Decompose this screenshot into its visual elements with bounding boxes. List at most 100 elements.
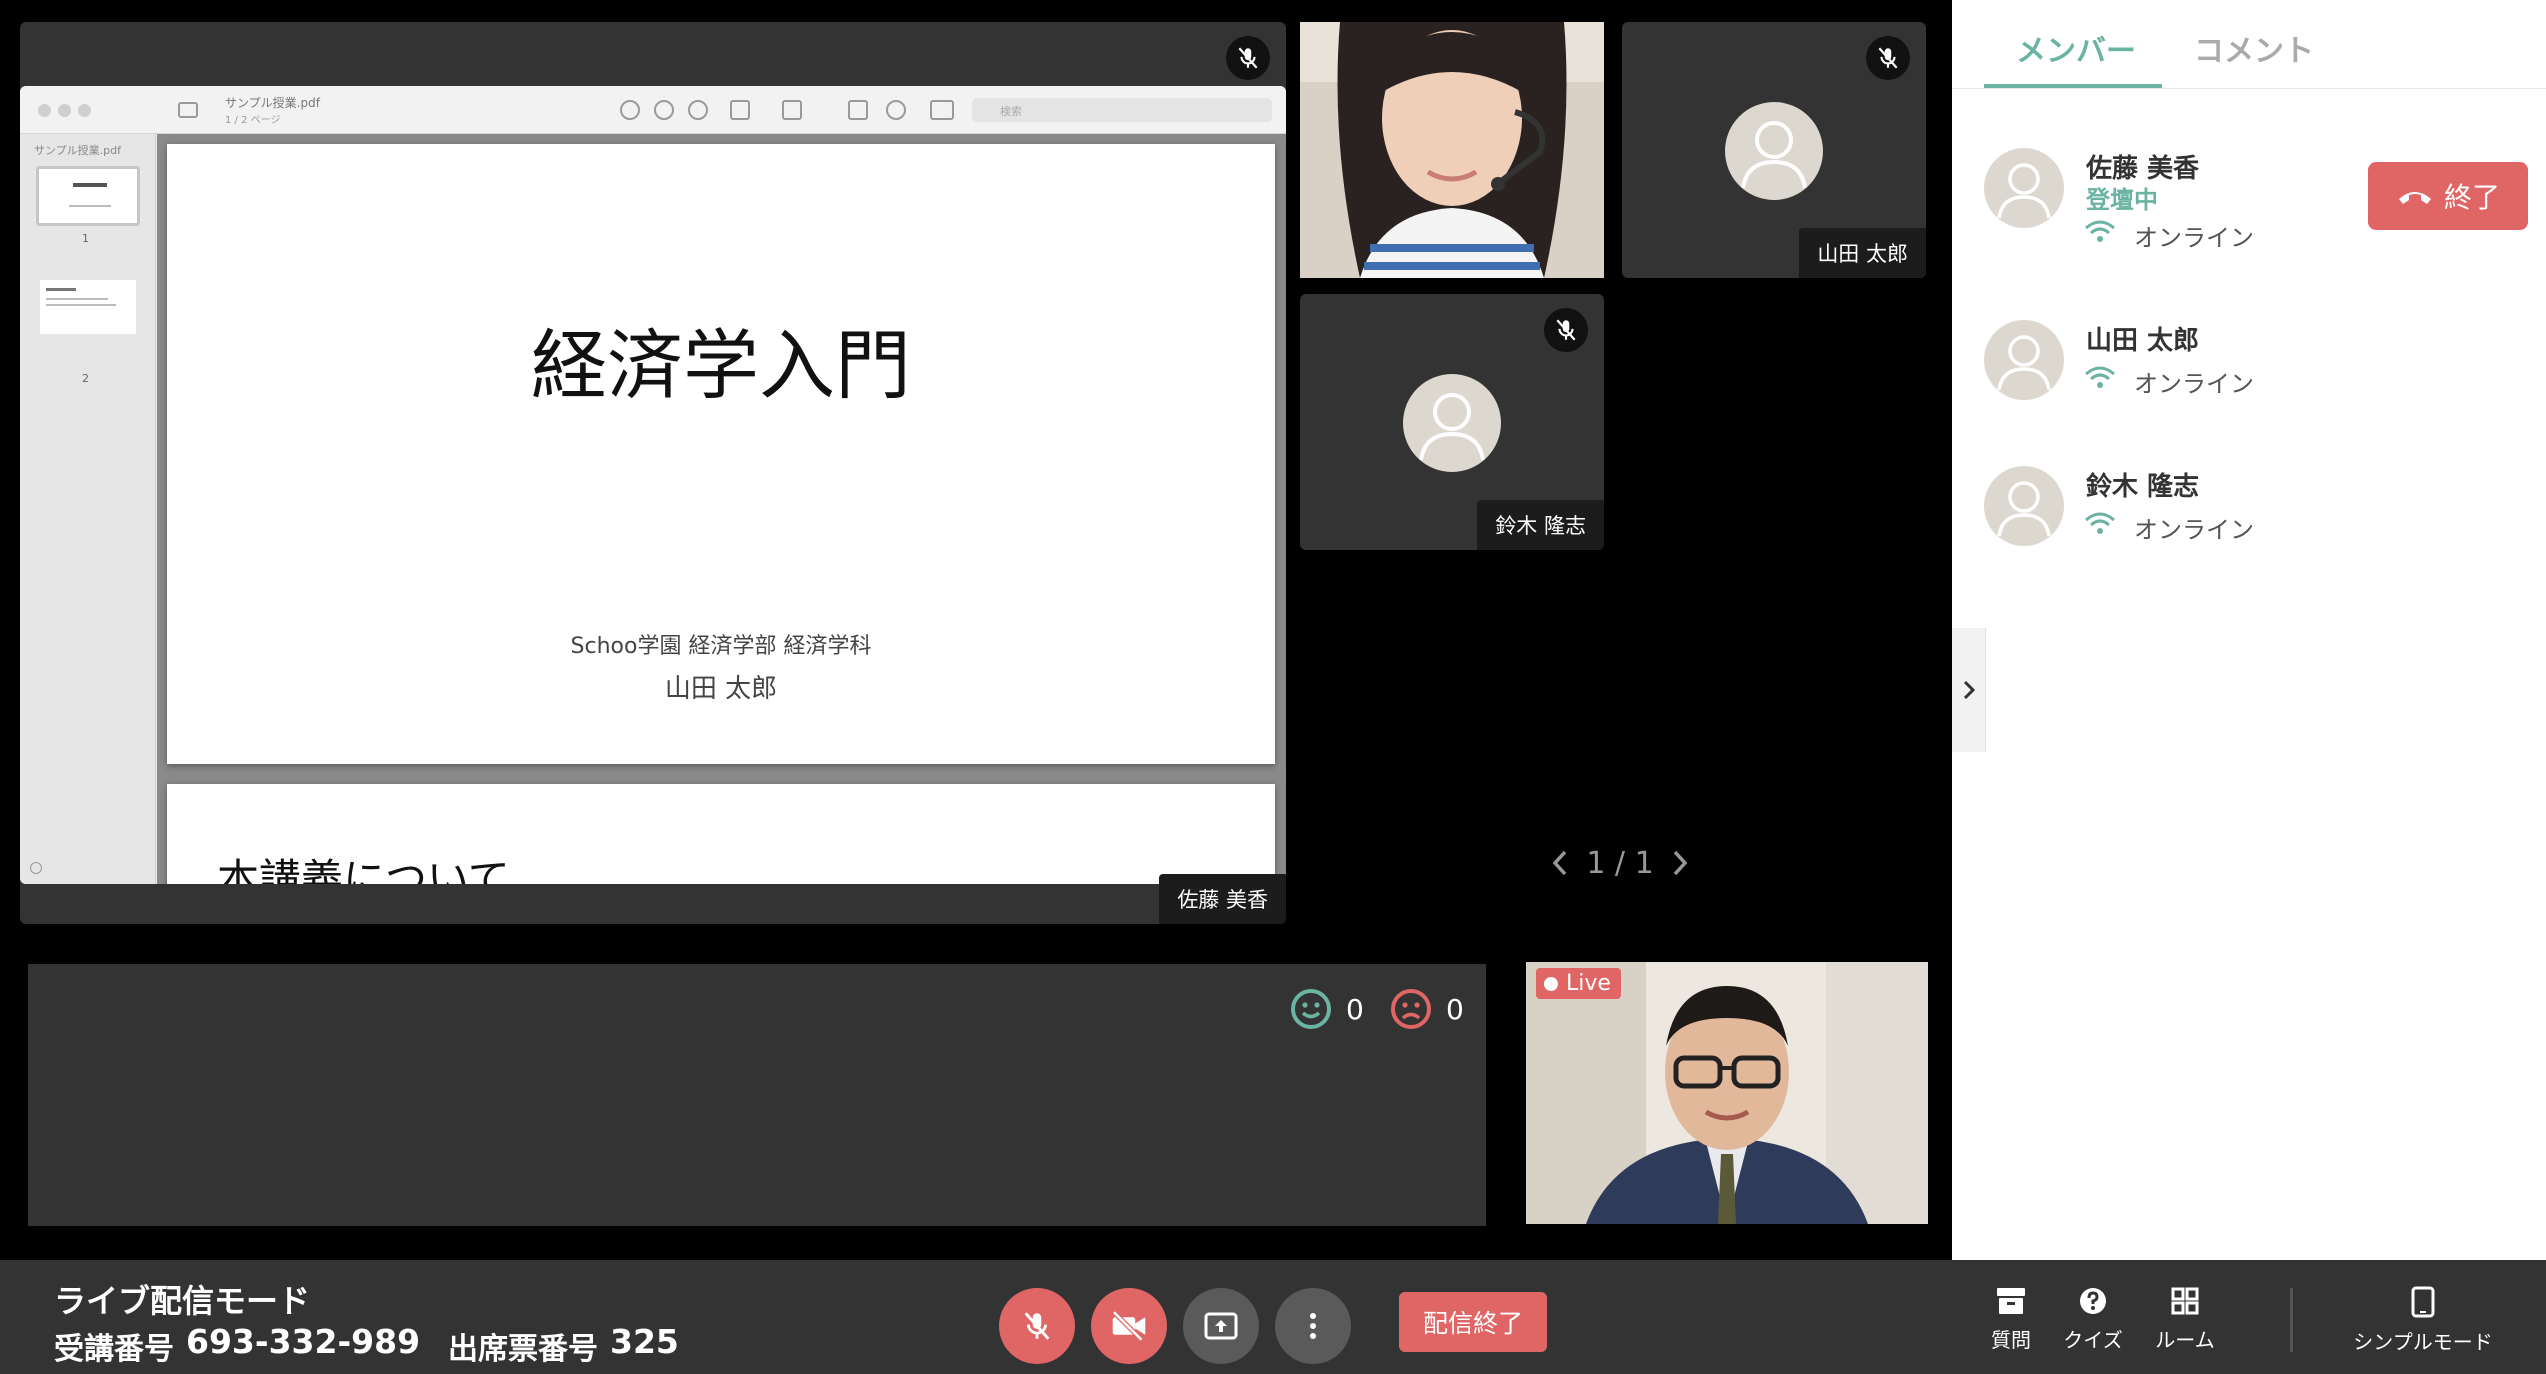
pdf-document-area[interactable]: 経済学入門 Schoo学園 経済学部 経済学科 山田 太郎 本講義について	[157, 134, 1286, 884]
question-label: 質問	[1991, 1328, 2031, 1352]
live-label: Live	[1566, 971, 1611, 996]
slide-author: 山田 太郎	[664, 674, 778, 704]
info-icon[interactable]	[620, 100, 640, 120]
thumb-text-line	[69, 205, 111, 207]
share-icon[interactable]	[730, 100, 750, 120]
sidebar-toggle-icon[interactable]	[178, 102, 198, 118]
mic-off-icon	[1024, 1312, 1050, 1340]
quiz-tool[interactable]: クイズ	[2048, 1286, 2138, 1353]
form-icon[interactable]	[930, 100, 954, 120]
chevron-right-icon[interactable]	[1670, 848, 1690, 878]
pdf-search-field[interactable]: 検索	[972, 98, 1272, 122]
positive-reaction[interactable]: 0	[1290, 988, 1364, 1030]
app-window: サンプル授業.pdf 1 / 2 ページ 検索 サンプル授業.pdf 1 2 経…	[0, 0, 2546, 1374]
mic-off-icon	[1544, 308, 1588, 352]
members-panel: メンバー コメント 佐藤 美香 登壇中 オンライン 終了 山田 太郎 オンライン…	[1952, 0, 2546, 1260]
member-item: 鈴木 隆志 オンライン	[1984, 466, 2524, 576]
slide-title: 経済学入門	[531, 321, 911, 410]
pagination-text: 1 / 1	[1586, 845, 1654, 881]
negative-count: 0	[1446, 992, 1464, 1026]
tab-divider	[1952, 88, 2546, 89]
annotate-icon[interactable]	[886, 100, 906, 120]
camera-off-icon	[1112, 1311, 1146, 1341]
thumb-text-line	[73, 183, 107, 187]
live-dot-icon	[1544, 976, 1558, 991]
tablet-icon	[2411, 1286, 2435, 1318]
pdf-thumbnail-sidebar: サンプル授業.pdf 1 2	[20, 134, 156, 884]
zoom-in-icon[interactable]	[688, 100, 708, 120]
tab-comments[interactable]: コメント	[2194, 26, 2314, 70]
self-video-image	[1526, 962, 1928, 1224]
toolbar-divider	[2290, 1288, 2293, 1352]
avatar	[1984, 148, 2064, 228]
window-minimize-dot[interactable]	[58, 104, 71, 117]
room-tool[interactable]: ルーム	[2140, 1286, 2230, 1353]
question-tool[interactable]: 質問	[1966, 1286, 2056, 1353]
frown-icon	[1391, 989, 1431, 1029]
bottom-toolbar: ライブ配信モード 受講番号 693-332-989 出席票番号 325 配信終了…	[0, 1260, 2546, 1374]
wifi-icon	[2085, 220, 2115, 242]
mic-off-icon	[1866, 36, 1910, 80]
room-label: ルーム	[2155, 1328, 2215, 1352]
attendance-number: 325	[610, 1322, 679, 1361]
pdf-page-1: 経済学入門 Schoo学園 経済学部 経済学科 山田 太郎	[167, 144, 1275, 764]
wifi-icon	[2085, 366, 2115, 388]
participant-video-image	[1300, 22, 1604, 278]
participant-tile-suzuki: 鈴木 隆志	[1300, 294, 1604, 550]
member-role: 登壇中	[2086, 186, 2158, 214]
pdf-filename: サンプル授業.pdf	[225, 96, 320, 110]
add-page-icon[interactable]	[30, 862, 42, 874]
avatar	[1984, 320, 2064, 400]
zoom-out-icon[interactable]	[654, 100, 674, 120]
end-stream-button[interactable]: 配信終了	[1399, 1292, 1547, 1352]
member-name: 山田 太郎	[2086, 326, 2200, 356]
pdf-titlebar: サンプル授業.pdf 1 / 2 ページ 検索	[20, 86, 1286, 134]
member-item: 佐藤 美香 登壇中 オンライン 終了	[1984, 148, 2528, 268]
self-live-preview: Live	[1526, 962, 1928, 1224]
phone-hangup-icon	[2398, 192, 2431, 204]
rotate-icon[interactable]	[848, 100, 868, 120]
end-call-label: 終了	[2443, 181, 2500, 214]
negative-reaction[interactable]: 0	[1390, 988, 1464, 1030]
more-options-button[interactable]	[1275, 1288, 1351, 1364]
pdf-page-info: 1 / 2 ページ	[225, 115, 281, 126]
grid-icon	[2171, 1287, 2199, 1315]
reaction-panel: 0 0	[28, 964, 1486, 1226]
mode-label: ライブ配信モード	[54, 1282, 311, 1320]
thumb-text-line	[46, 288, 76, 291]
markup-icon[interactable]	[782, 100, 802, 120]
thumb-text-line	[46, 304, 116, 306]
wifi-icon	[2085, 512, 2115, 534]
pdf-page-2: 本講義について	[167, 784, 1275, 884]
thumb-text-line	[46, 298, 108, 300]
simple-mode-button[interactable]: シンプルモード	[2348, 1286, 2498, 1355]
camera-toggle-button[interactable]	[1091, 1288, 1167, 1364]
more-vertical-icon	[1310, 1313, 1316, 1339]
member-status: オンライン	[2134, 370, 2254, 398]
chevron-right-icon	[1963, 680, 1975, 700]
course-number-label: 受講番号	[54, 1332, 174, 1367]
chevron-left-icon[interactable]	[1550, 848, 1570, 878]
thumbnail-page-2[interactable]	[40, 280, 136, 334]
end-call-button[interactable]: 終了	[2368, 162, 2528, 230]
mic-toggle-button[interactable]	[999, 1288, 1075, 1364]
course-number: 693-332-989	[186, 1322, 421, 1361]
member-name: 鈴木 隆志	[2086, 472, 2200, 502]
screen-share-button[interactable]	[1183, 1288, 1259, 1364]
window-zoom-dot[interactable]	[78, 104, 91, 117]
presenter-tile: サンプル授業.pdf 1 / 2 ページ 検索 サンプル授業.pdf 1 2 経…	[20, 22, 1286, 924]
slide2-title: 本講義について	[217, 855, 510, 884]
help-circle-icon	[2080, 1288, 2106, 1314]
thumbnail-number: 2	[82, 372, 89, 385]
panel-collapse-handle[interactable]	[1952, 628, 1986, 752]
smile-icon	[1291, 989, 1331, 1029]
tab-members[interactable]: メンバー	[2016, 26, 2136, 70]
thumbnail-number: 1	[82, 232, 89, 245]
attendance-label: 出席票番号	[448, 1332, 598, 1367]
window-close-dot[interactable]	[38, 104, 51, 117]
participant-name-tag: 鈴木 隆志	[1477, 500, 1604, 550]
avatar	[1403, 374, 1501, 472]
thumbnail-page-1[interactable]	[36, 166, 140, 226]
archive-icon	[1997, 1288, 2025, 1314]
presenter-name-tag: 佐藤 美香	[1159, 874, 1286, 924]
